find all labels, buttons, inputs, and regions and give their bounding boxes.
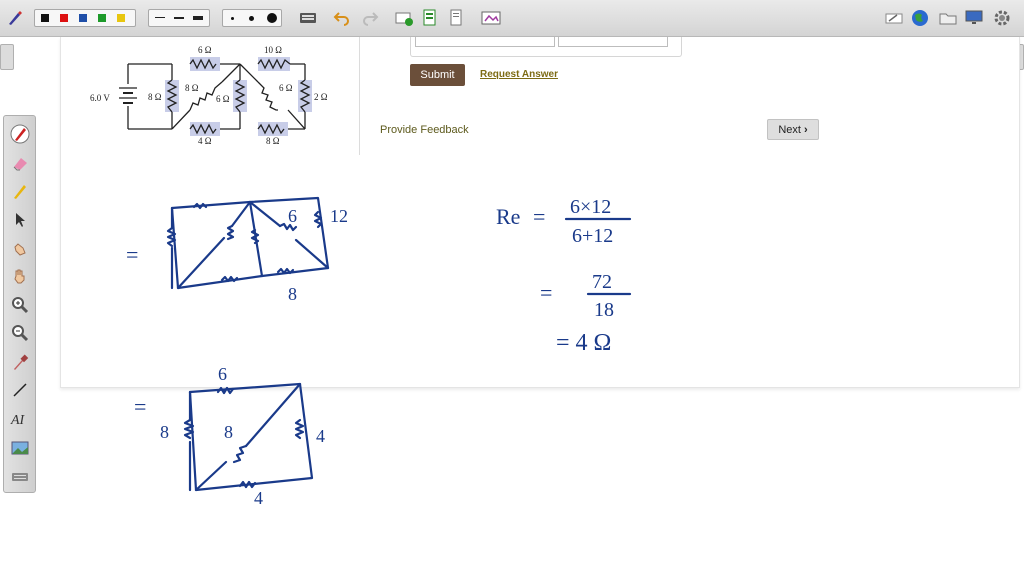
sketch1-label-8: 8	[288, 284, 297, 304]
formula-lhs: Re	[496, 204, 520, 229]
sketch2-label-bottom: 4	[254, 488, 263, 508]
sketch2-equals-sign: =	[134, 394, 146, 419]
step3-result: = 4 Ω	[556, 330, 611, 356]
handwriting-layer: = 6 12 8 Re = 6×12 6+12 = 72 18 = 4 Ω = …	[126, 196, 632, 508]
formula-numerator: 6×12	[570, 196, 611, 218]
formula-denominator: 6+12	[572, 225, 613, 247]
step2-numerator: 72	[592, 271, 612, 293]
step2-equals: =	[540, 280, 552, 305]
sketch2-label-top: 6	[218, 364, 227, 384]
sketch2-label-left: 8	[160, 422, 169, 442]
sketch2-label-diag: 8	[224, 422, 233, 442]
sketch1-label-6: 6	[288, 206, 297, 226]
sketch1-equals-sign: =	[126, 242, 138, 267]
sketch2-label-right: 4	[316, 426, 325, 446]
sketch1-label-12: 12	[330, 206, 348, 226]
formula-equals: =	[533, 204, 545, 229]
step2-denominator: 18	[594, 299, 614, 321]
